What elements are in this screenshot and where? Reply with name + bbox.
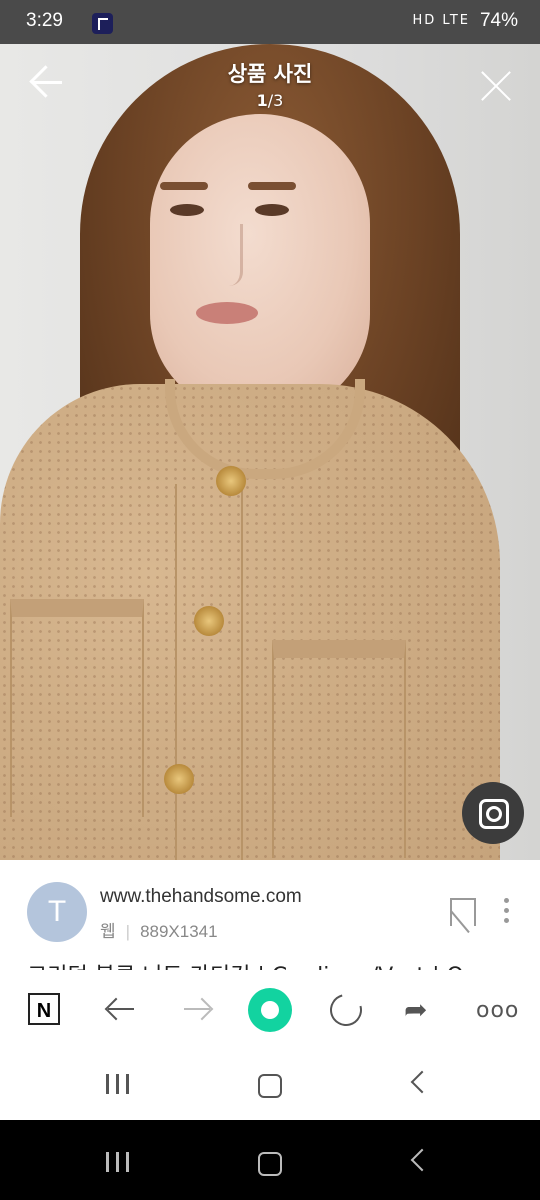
result-type: 웹 bbox=[100, 922, 116, 941]
bookmark-icon[interactable] bbox=[450, 898, 476, 926]
image-total: 3 bbox=[273, 91, 284, 110]
naver-home-icon[interactable]: N bbox=[28, 993, 60, 1025]
system-nav-bar bbox=[0, 1050, 540, 1120]
meta-divider: | bbox=[125, 922, 131, 941]
recent-apps-icon[interactable] bbox=[106, 1152, 130, 1172]
browser-toolbar: N ➦ ooo bbox=[0, 970, 540, 1050]
home-icon[interactable] bbox=[258, 1074, 282, 1098]
result-meta: 웹 | 889X1341 bbox=[100, 917, 218, 942]
status-network: HD LTE bbox=[412, 13, 470, 28]
screen: 3:29 HD LTE 74% 상품 사진 1/3 T www.thehands… bbox=[0, 0, 540, 1200]
green-dot-icon[interactable] bbox=[248, 988, 292, 1032]
photo-face bbox=[150, 114, 370, 414]
share-icon[interactable]: ➦ bbox=[404, 996, 427, 1024]
status-battery: 74% bbox=[479, 10, 518, 31]
close-icon[interactable] bbox=[476, 66, 516, 106]
cardigan-button bbox=[164, 764, 194, 794]
product-photo[interactable] bbox=[0, 44, 540, 860]
result-card[interactable]: T www.thehandsome.com 웹 | 889X1341 크리덤 블루 … bbox=[0, 860, 540, 970]
refresh-icon[interactable] bbox=[324, 988, 368, 1032]
recent-apps-icon[interactable] bbox=[106, 1074, 130, 1094]
system-nav-bar-outer bbox=[0, 1120, 540, 1200]
site-domain[interactable]: www.thehandsome.com bbox=[100, 886, 302, 908]
cardigan-button bbox=[216, 466, 246, 496]
image-current: 1 bbox=[256, 91, 268, 110]
more-icon[interactable]: ooo bbox=[476, 998, 519, 1023]
viewer-title: 상품 사진 bbox=[227, 62, 313, 86]
image-counter: 1/3 bbox=[0, 91, 540, 110]
nav-back-icon[interactable] bbox=[410, 1148, 434, 1172]
lens-search-button[interactable] bbox=[462, 782, 524, 844]
status-bar: 3:29 HD LTE 74% bbox=[0, 0, 540, 44]
home-icon[interactable] bbox=[258, 1152, 282, 1176]
status-time: 3:29 bbox=[26, 10, 63, 31]
forward-icon[interactable] bbox=[184, 1008, 210, 1010]
image-dimensions: 889X1341 bbox=[140, 922, 218, 941]
result-title[interactable]: 크리덤 블루 니트 가디건 | Cardigan/Vest | O bbox=[27, 958, 464, 970]
back-icon[interactable] bbox=[108, 1008, 134, 1010]
site-avatar: T bbox=[27, 882, 87, 942]
viewer-header: 상품 사진 1/3 bbox=[0, 44, 540, 134]
more-options-icon[interactable] bbox=[503, 898, 511, 928]
cardigan-button bbox=[194, 606, 224, 636]
nav-back-icon[interactable] bbox=[410, 1070, 434, 1094]
app-notification-icon bbox=[92, 13, 113, 34]
